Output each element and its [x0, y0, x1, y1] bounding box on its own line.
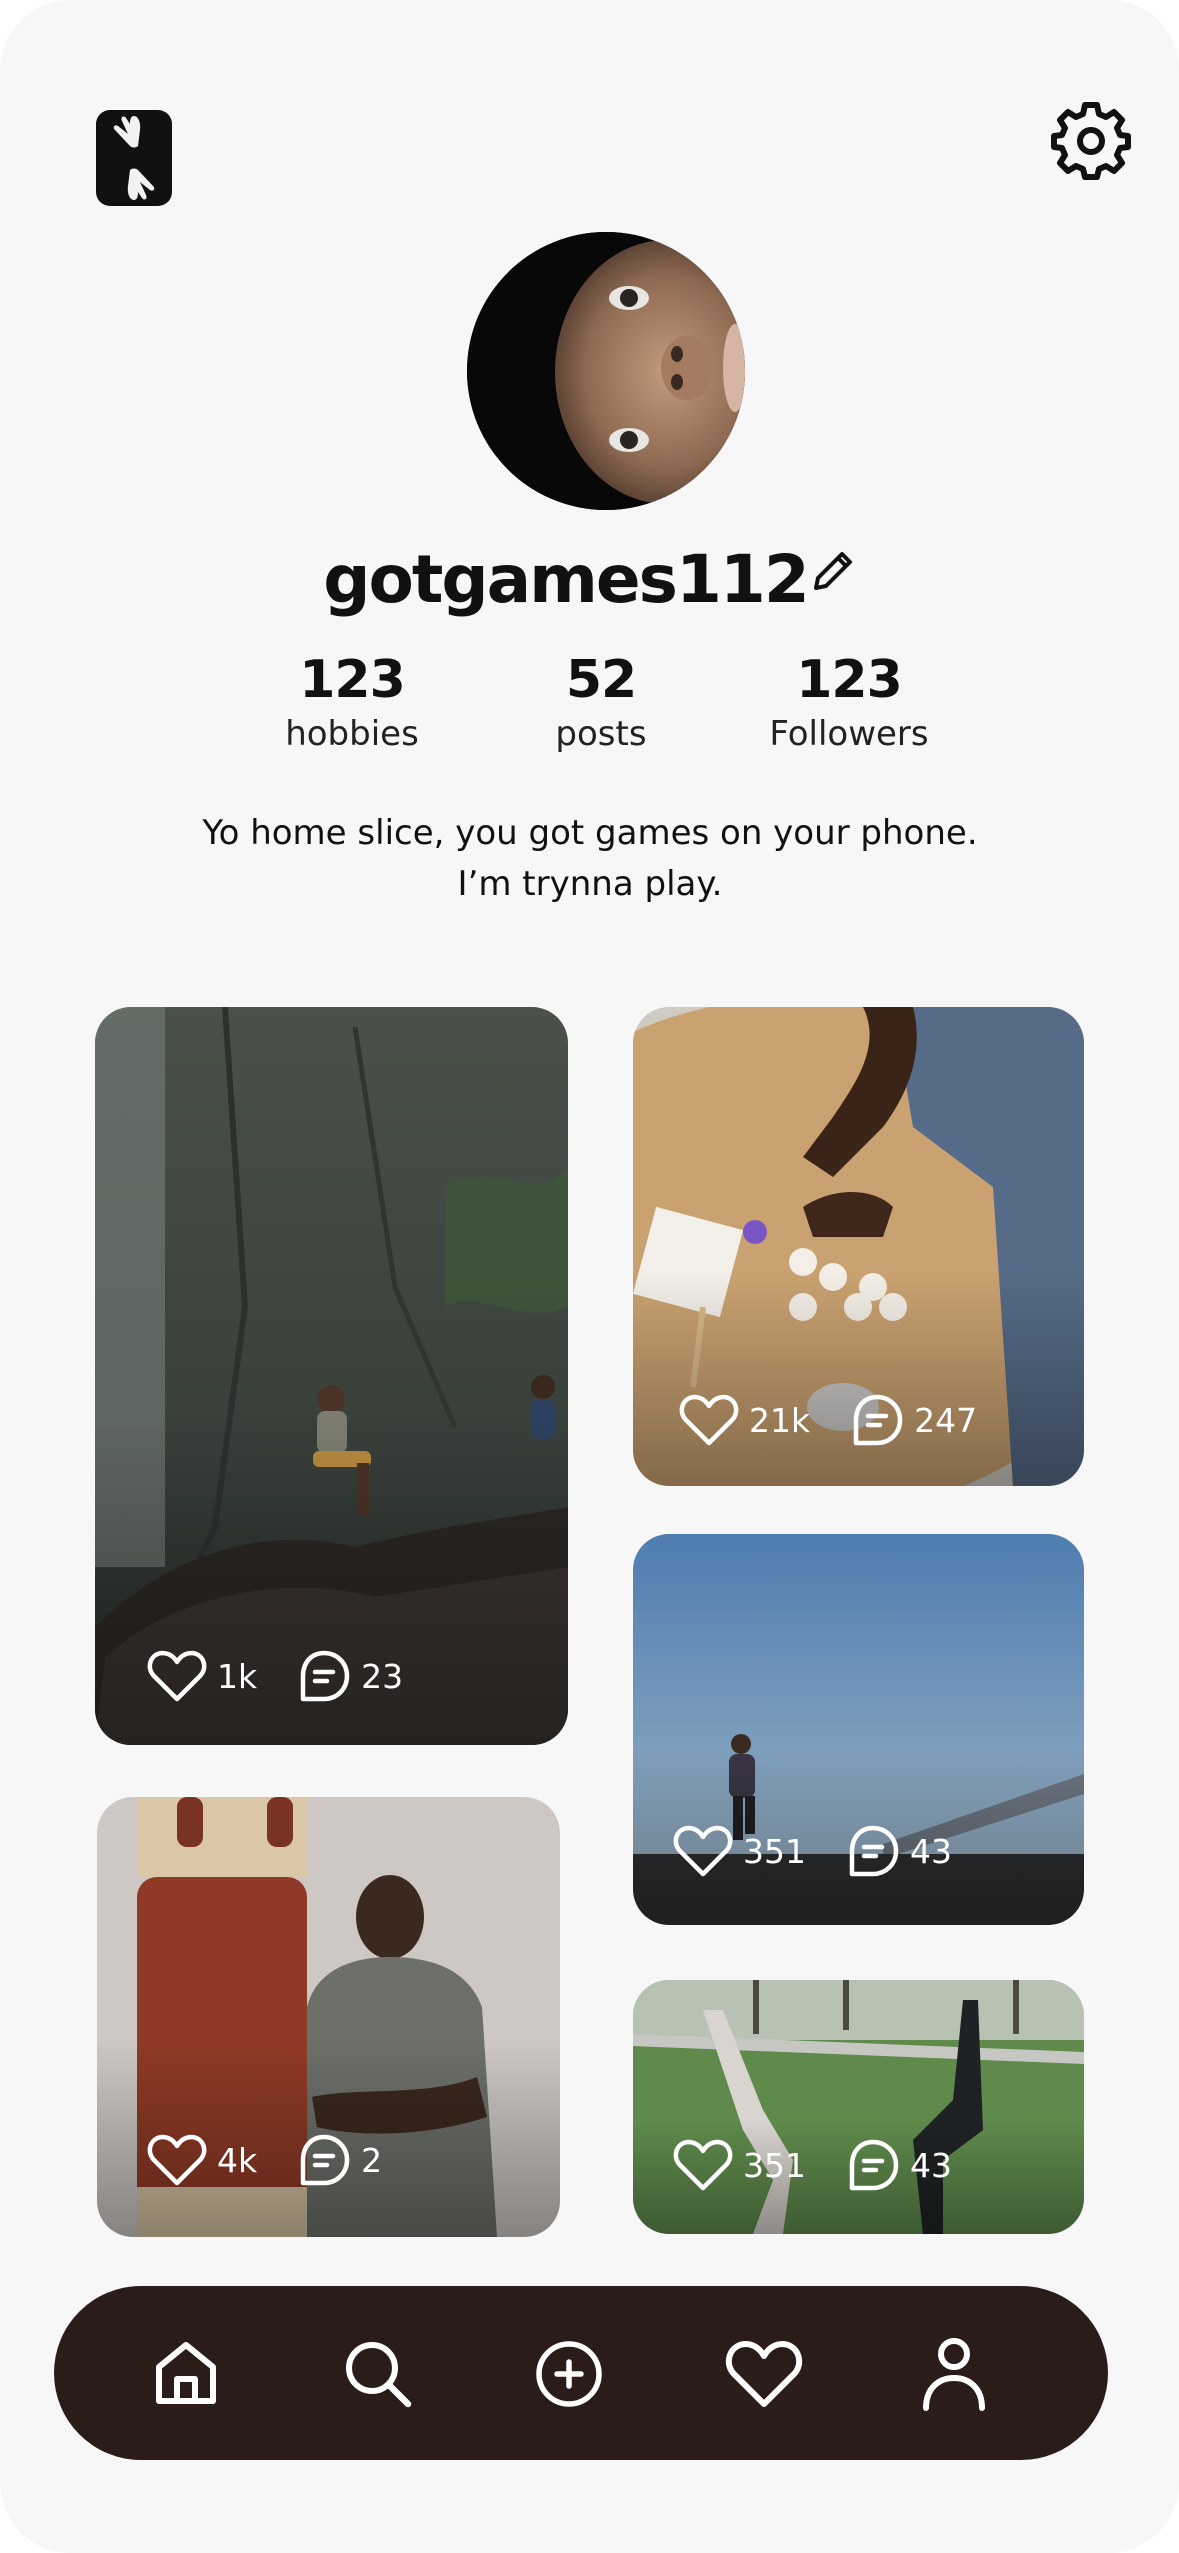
comment-count: 247	[914, 1400, 978, 1440]
app-logo[interactable]	[96, 110, 172, 206]
username-row: gotgames112	[0, 540, 1179, 620]
heart-icon[interactable]	[147, 2133, 207, 2187]
comment-count: 2	[361, 2140, 383, 2180]
avatar-photo	[467, 232, 745, 510]
post-card[interactable]: 1k 23	[95, 1007, 568, 1745]
stat-value: 52	[565, 650, 637, 710]
hands-logo-icon	[110, 116, 158, 200]
comment-count: 43	[910, 1831, 952, 1871]
nav-search[interactable]	[330, 2326, 426, 2422]
heart-icon[interactable]	[147, 1649, 207, 1703]
like-count: 1k	[217, 1656, 258, 1696]
add-circle-icon	[536, 2341, 602, 2407]
heart-icon[interactable]	[673, 2138, 733, 2192]
comment-bubble-icon[interactable]	[297, 2133, 351, 2187]
post-stats: 4k 2	[147, 2133, 422, 2187]
comment-bubble-icon[interactable]	[846, 2138, 900, 2192]
nav-add[interactable]	[521, 2326, 617, 2422]
nav-home[interactable]	[138, 2326, 234, 2422]
post-card[interactable]: 4k 2	[97, 1797, 560, 2237]
stat-label: Followers	[769, 714, 929, 754]
profile-screen: gotgames112 123 hobbies 52 posts 123 Fol…	[0, 0, 1179, 2553]
comment-count: 23	[361, 1656, 404, 1696]
post-card[interactable]: 351 43	[633, 1534, 1084, 1925]
heart-icon[interactable]	[673, 1824, 733, 1878]
post-stats: 1k 23	[147, 1649, 443, 1703]
post-stats: 21k 247	[679, 1393, 1017, 1447]
gear-icon[interactable]	[1050, 100, 1132, 182]
heart-icon	[725, 2341, 803, 2407]
post-shade	[633, 1270, 1084, 1486]
post-card[interactable]: 21k 247	[633, 1007, 1084, 1486]
home-icon	[156, 2342, 216, 2404]
bottom-nav	[54, 2286, 1108, 2460]
comment-bubble-icon[interactable]	[850, 1393, 904, 1447]
like-count: 4k	[217, 2140, 258, 2180]
pencil-icon[interactable]	[810, 548, 856, 594]
heart-icon[interactable]	[679, 1393, 739, 1447]
comment-bubble-icon[interactable]	[846, 1824, 900, 1878]
like-count: 21k	[749, 1400, 811, 1440]
avatar[interactable]	[467, 232, 745, 510]
nav-favorites[interactable]	[716, 2326, 812, 2422]
post-stats: 351 43	[673, 2138, 992, 2192]
stat-hobbies[interactable]: 123 hobbies	[232, 648, 472, 756]
stat-posts[interactable]: 52 posts	[481, 648, 721, 756]
comment-count: 43	[910, 2145, 952, 2185]
comment-bubble-icon[interactable]	[297, 1649, 351, 1703]
stat-value: 123	[796, 650, 903, 710]
stat-label: hobbies	[285, 714, 419, 754]
search-icon	[346, 2342, 412, 2408]
stat-value: 123	[299, 650, 406, 710]
like-count: 351	[743, 1831, 806, 1871]
profile-bio: Yo home slice, you got games on your pho…	[202, 813, 978, 904]
post-card[interactable]: 351 43	[633, 1980, 1084, 2234]
profile-icon	[923, 2338, 985, 2411]
nav-profile[interactable]	[906, 2326, 1002, 2422]
stat-followers[interactable]: 123 Followers	[729, 648, 969, 756]
like-count: 351	[743, 2145, 806, 2185]
post-stats: 351 43	[673, 1824, 992, 1878]
stat-label: posts	[555, 714, 647, 754]
username: gotgames112	[323, 541, 810, 618]
